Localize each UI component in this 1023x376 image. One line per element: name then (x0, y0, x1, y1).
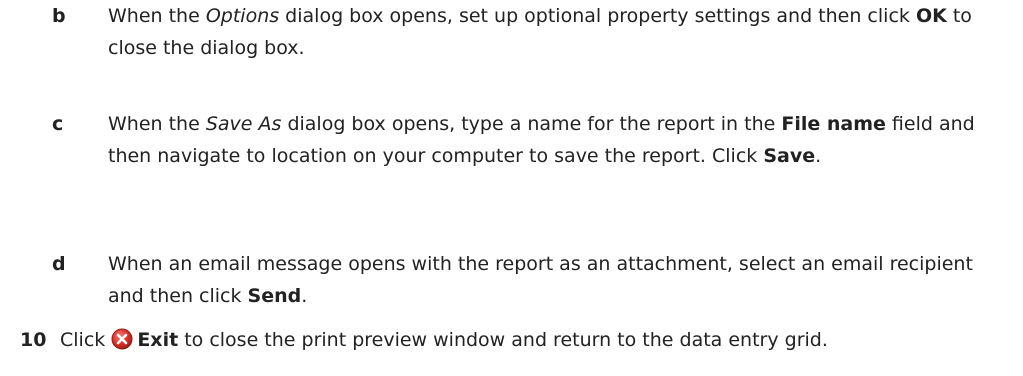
step-marker: c (52, 113, 64, 135)
step-text: When the Options dialog box opens, set u… (108, 0, 1008, 64)
text: dialog box opens, set up optional proper… (279, 5, 916, 27)
text: . (301, 285, 308, 307)
text: dialog box opens, type a name for the re… (281, 113, 782, 135)
button-name: Send (247, 285, 302, 307)
step-text: When an email message opens with the rep… (108, 248, 1008, 312)
text: to close the print preview window and re… (178, 329, 828, 351)
step-marker: d (52, 253, 66, 275)
button-name: Save (763, 145, 816, 167)
dialog-name: Options (205, 5, 280, 27)
text: Click (60, 329, 112, 351)
step-text: Click Exit to close the print preview wi… (60, 324, 1020, 356)
text: . (815, 145, 822, 167)
button-name: OK (915, 5, 947, 27)
step-marker: b (52, 5, 66, 27)
text: When an email message opens with the rep… (108, 253, 973, 307)
step-number: 10 (20, 329, 47, 351)
step-text: When the Save As dialog box opens, type … (108, 108, 1008, 172)
field-name: File name (781, 113, 886, 135)
text: When the (108, 5, 206, 27)
text: When the (108, 113, 206, 135)
exit-icon (111, 328, 133, 350)
dialog-name: Save As (205, 113, 282, 135)
button-name: Exit (137, 329, 179, 351)
